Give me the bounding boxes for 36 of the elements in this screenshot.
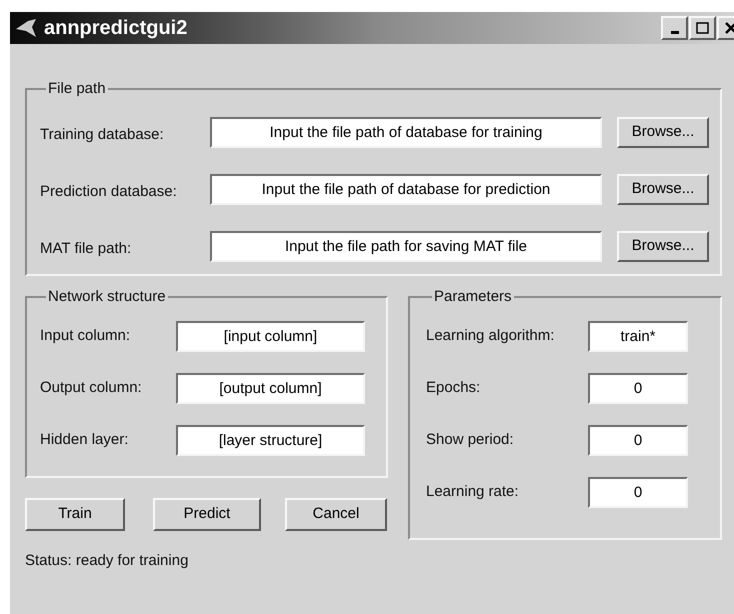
group-title: Parameters — [433, 288, 513, 306]
minimize-button[interactable] — [661, 16, 688, 40]
input-field[interactable]: [output column] — [176, 372, 365, 404]
field-label: Hidden layer: — [40, 430, 130, 450]
action-button[interactable]: Predict — [153, 498, 261, 531]
action-button[interactable]: Train — [25, 498, 125, 531]
field-label: Learning rate: — [426, 482, 520, 502]
status-text: Status: ready for training — [25, 551, 190, 571]
field-label: Learning algorithm: — [426, 326, 556, 346]
maximize-icon — [696, 22, 709, 34]
maximize-button[interactable] — [689, 16, 716, 40]
close-icon — [724, 22, 734, 34]
input-field[interactable]: [layer structure] — [176, 424, 365, 456]
field-label: Epochs: — [426, 378, 482, 398]
input-field[interactable]: 0 — [588, 424, 688, 456]
input-field[interactable]: train* — [588, 320, 688, 352]
input-field[interactable]: Input the file path of database for prediction — [210, 174, 602, 205]
input-field[interactable]: Input the file path of database for training — [210, 117, 602, 148]
input-field[interactable]: Input the file path for saving MAT file — [210, 231, 602, 262]
input-field[interactable]: [input column] — [176, 320, 365, 352]
field-label: Output column: — [40, 378, 143, 398]
browse-button[interactable]: Browse... — [617, 231, 709, 262]
input-field[interactable]: 0 — [588, 476, 688, 508]
field-label: Prediction database: — [40, 182, 178, 202]
field-label: Training database: — [40, 125, 165, 146]
browse-button[interactable]: Browse... — [617, 117, 709, 148]
group-title: File path — [47, 80, 107, 98]
group-title: Network structure — [47, 288, 167, 306]
field-label: Show period: — [426, 430, 515, 450]
minimize-icon — [670, 31, 678, 34]
field-label: MAT file path: — [40, 239, 132, 260]
field-label: Input column: — [40, 326, 132, 346]
window-title: annpredictgui2 — [44, 16, 188, 41]
action-button[interactable]: Cancel — [285, 498, 387, 531]
input-field[interactable]: 0 — [588, 372, 688, 404]
browse-button[interactable]: Browse... — [617, 174, 709, 205]
